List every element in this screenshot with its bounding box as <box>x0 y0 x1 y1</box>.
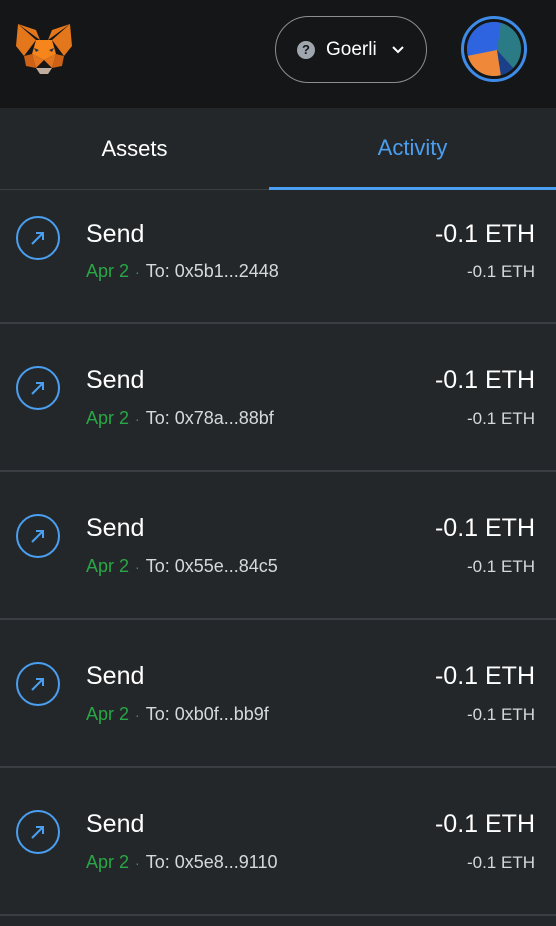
separator-dot: · <box>135 411 140 427</box>
transaction-recipient: To: 0x78a...88bf <box>145 408 274 428</box>
separator-dot: · <box>135 855 140 871</box>
app-header: ? Goerli <box>0 0 556 108</box>
activity-list: Send Apr 2 · To: 0x5b1...2448 -0.1 ETH -0.… <box>0 190 556 916</box>
transaction-secondary-amount: -0.1 ETH <box>466 409 535 428</box>
list-item[interactable]: Send Apr 2 · To: 0x55e...84c5 -0.1 ETH -0.… <box>0 472 556 620</box>
question-icon: ? <box>297 40 315 59</box>
list-item[interactable]: Send Apr 2 · To: 0xb0f...bb9f -0.1 ETH -0.… <box>0 620 556 768</box>
send-arrow-icon <box>16 366 60 410</box>
chevron-down-icon <box>391 45 404 53</box>
transaction-date: Apr 2 <box>86 704 130 724</box>
send-arrow-icon <box>16 810 60 854</box>
separator-dot: · <box>135 707 140 723</box>
send-arrow-icon <box>16 514 60 558</box>
transaction-amount: -0.1 ETH <box>434 514 535 542</box>
transaction-recipient: To: 0x5b1...2448 <box>145 261 279 281</box>
transaction-subtitle: Apr 2 · To: 0x78a...88bf <box>86 408 274 429</box>
transaction-amount: -0.1 ETH <box>434 810 535 838</box>
transaction-secondary-amount: -0.1 ETH <box>466 705 535 724</box>
tab-assets[interactable]: Assets <box>0 108 269 190</box>
list-item[interactable]: Send Apr 2 · To: 0x5b1...2448 -0.1 ETH -0.… <box>0 190 556 324</box>
transaction-recipient: To: 0xb0f...bb9f <box>145 704 269 724</box>
network-selector[interactable]: ? Goerli <box>275 16 427 83</box>
tab-activity[interactable]: Activity <box>269 108 556 190</box>
transaction-amount: -0.1 ETH <box>434 662 535 690</box>
send-arrow-icon <box>16 662 60 706</box>
transaction-subtitle: Apr 2 · To: 0x5b1...2448 <box>86 261 279 282</box>
transaction-date: Apr 2 <box>86 261 130 281</box>
transaction-subtitle: Apr 2 · To: 0x5e8...9110 <box>86 852 277 873</box>
separator-dot: · <box>135 559 140 575</box>
transaction-date: Apr 2 <box>86 852 130 872</box>
metamask-fox-logo[interactable] <box>14 22 74 78</box>
transaction-recipient: To: 0x5e8...9110 <box>145 852 278 872</box>
network-name: Goerli <box>326 38 377 60</box>
send-arrow-icon <box>16 216 60 260</box>
identicon <box>467 22 521 76</box>
transaction-secondary-amount: -0.1 ETH <box>466 853 535 872</box>
transaction-date: Apr 2 <box>86 556 130 576</box>
transaction-title: Send <box>86 810 145 838</box>
transaction-secondary-amount: -0.1 ETH <box>466 262 535 281</box>
list-item[interactable]: Send Apr 2 · To: 0x5e8...9110 -0.1 ETH -0.… <box>0 768 556 916</box>
transaction-title: Send <box>86 220 145 248</box>
account-avatar[interactable] <box>461 16 527 82</box>
transaction-recipient: To: 0x55e...84c5 <box>145 556 278 576</box>
transaction-secondary-amount: -0.1 ETH <box>466 557 535 576</box>
list-item[interactable]: Send Apr 2 · To: 0x78a...88bf -0.1 ETH -0.… <box>0 324 556 472</box>
transaction-subtitle: Apr 2 · To: 0xb0f...bb9f <box>86 704 269 725</box>
transaction-date: Apr 2 <box>86 408 130 428</box>
transaction-subtitle: Apr 2 · To: 0x55e...84c5 <box>86 556 278 577</box>
transaction-amount: -0.1 ETH <box>434 220 535 248</box>
transaction-amount: -0.1 ETH <box>434 366 535 394</box>
transaction-title: Send <box>86 366 145 394</box>
tab-bar: Assets Activity <box>0 108 556 190</box>
separator-dot: · <box>135 264 140 280</box>
transaction-title: Send <box>86 662 145 690</box>
transaction-title: Send <box>86 514 145 542</box>
